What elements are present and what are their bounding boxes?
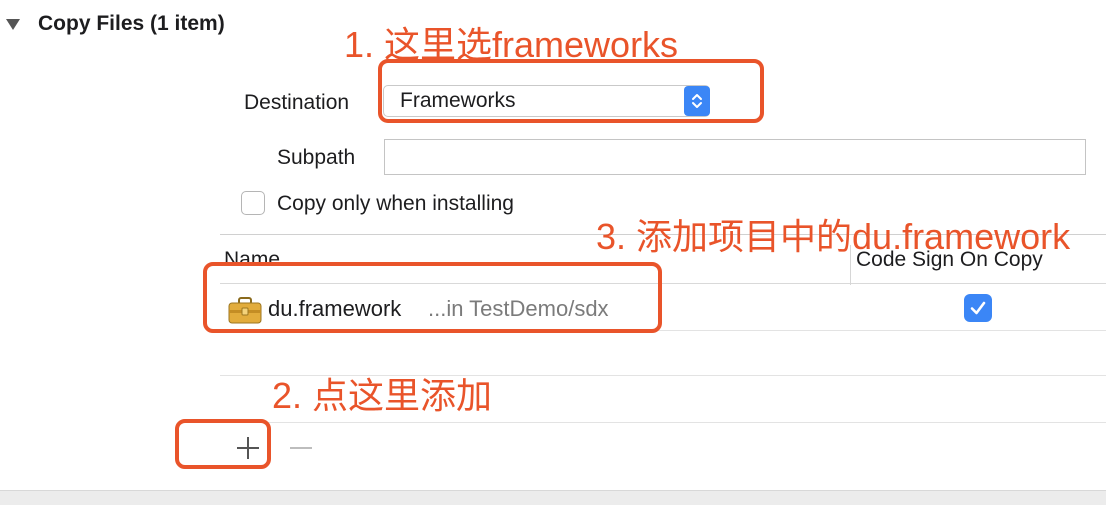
subpath-label: Subpath — [277, 146, 356, 169]
annotation-step2: 2. 点这里添加 — [272, 375, 493, 416]
code-sign-checkbox[interactable] — [964, 294, 992, 322]
remove-button[interactable] — [288, 433, 314, 463]
subpath-input[interactable] — [384, 139, 1086, 175]
bottom-bar — [0, 490, 1106, 505]
annotation-box-file-row — [203, 262, 662, 333]
copy-only-checkbox[interactable] — [241, 191, 265, 215]
annotation-box-add — [175, 419, 271, 469]
disclosure-triangle-icon[interactable] — [6, 18, 20, 30]
annotation-step3: 3. 添加项目中的du.framework — [596, 216, 1071, 257]
annotation-box-destination — [378, 59, 764, 123]
copy-only-label: Copy only when installing — [277, 192, 514, 215]
minus-icon — [290, 447, 312, 449]
row-separator — [220, 422, 1106, 423]
destination-label: Destination — [244, 91, 350, 114]
copy-files-header[interactable]: Copy Files (1 item) — [6, 8, 225, 40]
checkmark-icon — [970, 301, 986, 315]
section-title: Copy Files (1 item) — [38, 12, 225, 35]
